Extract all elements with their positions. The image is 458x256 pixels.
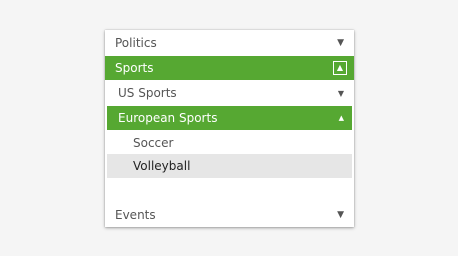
menu-item-label: European Sports: [118, 111, 218, 125]
menu-item-label: Sports: [115, 61, 154, 75]
menu-item-label: Politics: [115, 35, 157, 50]
chevron-down-icon: ▼: [337, 37, 344, 48]
accordion-menu: Politics ▼ Sports ▲ US Sports ▼ European…: [105, 30, 354, 227]
menu-item-label: US Sports: [118, 86, 177, 100]
menu-item-politics[interactable]: Politics ▼: [105, 30, 354, 55]
menu-item-label: Volleyball: [133, 159, 191, 173]
menu-item-european-sports[interactable]: European Sports ▲: [107, 106, 352, 130]
menu-item-events[interactable]: Events ▼: [105, 202, 354, 227]
menu-item-sports[interactable]: Sports ▲: [105, 56, 354, 80]
menu-item-us-sports[interactable]: US Sports ▼: [105, 81, 354, 105]
chevron-down-icon: ▼: [337, 209, 344, 220]
menu-item-soccer[interactable]: Soccer: [107, 131, 352, 155]
chevron-down-icon: ▼: [337, 88, 344, 98]
menu-item-volleyball[interactable]: Volleyball: [107, 154, 352, 178]
menu-item-label: Events: [115, 207, 156, 222]
menu-item-label: Soccer: [133, 136, 174, 150]
chevron-up-icon: ▲: [338, 114, 344, 122]
collapse-box-icon[interactable]: ▲: [333, 61, 347, 75]
